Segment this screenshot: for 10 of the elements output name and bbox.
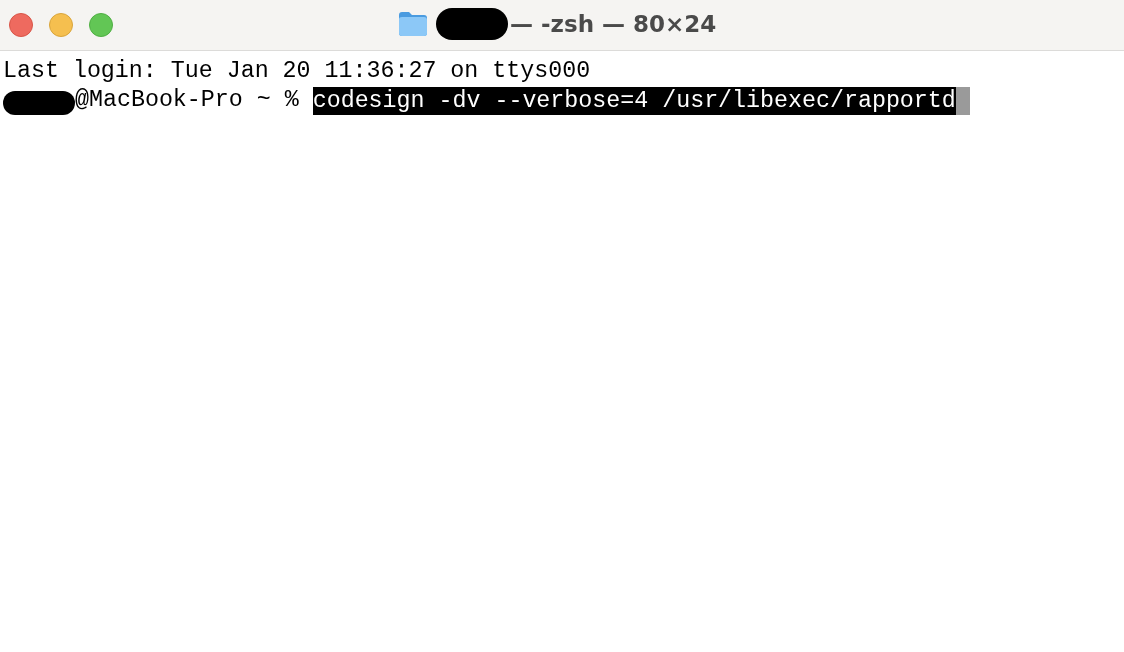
command-text: codesign -dv --verbose=4 /usr/libexec/rapportd bbox=[312, 86, 956, 115]
shell-prompt: @MacBook-Pro ~ % bbox=[75, 86, 299, 115]
redaction-mark bbox=[3, 90, 75, 115]
zoom-button[interactable] bbox=[89, 13, 113, 37]
window-title: — -zsh — 80×24 bbox=[510, 11, 717, 37]
minimize-button[interactable] bbox=[49, 13, 73, 37]
output-line: Last login: Tue Jan 20 11:36:27 on ttys000 bbox=[3, 57, 591, 86]
folder-icon bbox=[398, 11, 428, 37]
redaction-mark bbox=[436, 8, 508, 40]
close-button[interactable] bbox=[9, 13, 33, 37]
